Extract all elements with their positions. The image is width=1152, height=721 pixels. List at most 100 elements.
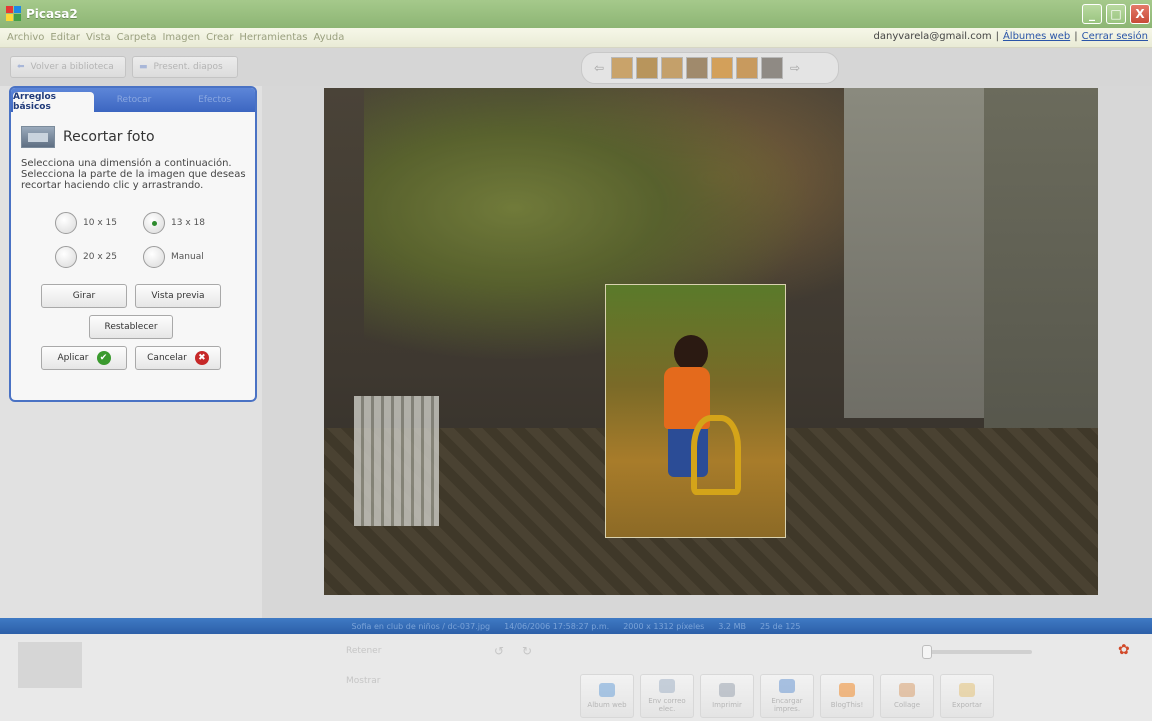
menu-imagen[interactable]: Imagen bbox=[159, 32, 203, 43]
menu-carpeta[interactable]: Carpeta bbox=[114, 32, 160, 43]
rotate-button[interactable]: Girar bbox=[41, 284, 127, 308]
collage-label: Collage bbox=[893, 701, 921, 709]
menu-crear[interactable]: Crear bbox=[203, 32, 236, 43]
radio-button[interactable] bbox=[143, 246, 165, 268]
crop-editor-card: Arreglos básicos Retocar Efectos Recorta… bbox=[9, 86, 257, 402]
rotate-label: Girar bbox=[72, 291, 96, 301]
radiator bbox=[354, 396, 439, 526]
option-13x18[interactable]: 13 x 18 bbox=[143, 212, 217, 234]
print-button[interactable]: Imprimir bbox=[700, 674, 754, 718]
radio-button-selected[interactable] bbox=[143, 212, 165, 234]
crop-photo-icon bbox=[21, 126, 55, 148]
maximize-button[interactable]: □ bbox=[1106, 4, 1126, 24]
web-album-button[interactable]: Album web bbox=[580, 674, 634, 718]
prev-photo-arrow-icon[interactable]: ⇦ bbox=[590, 61, 608, 75]
photo-tray: Retener Mostrar ↺ ↻ ✿ Album web Env corr… bbox=[0, 634, 1152, 721]
option-20x25[interactable]: 20 x 25 bbox=[55, 246, 129, 268]
menu-archivo[interactable]: Archivo bbox=[4, 32, 47, 43]
cancel-button[interactable]: Cancelar ✖ bbox=[135, 346, 221, 370]
rotate-right-icon[interactable]: ↻ bbox=[522, 644, 532, 658]
filmstrip-thumb[interactable] bbox=[736, 57, 758, 79]
menu-editar[interactable]: Editar bbox=[47, 32, 83, 43]
wall-corner bbox=[844, 88, 984, 418]
account-email: danyvarela@gmail.com bbox=[873, 31, 992, 42]
cancel-x-icon: ✖ bbox=[194, 351, 209, 365]
filmstrip-thumb[interactable] bbox=[661, 57, 683, 79]
gallery-icon[interactable]: ✿ bbox=[1118, 642, 1130, 658]
slideshow-button[interactable]: ▬ Present. diapos bbox=[132, 56, 238, 78]
blogthis-label: BlogThis! bbox=[830, 701, 864, 709]
blogthis-button[interactable]: BlogThis! bbox=[820, 674, 874, 718]
back-to-library-label: Volver a biblioteca bbox=[30, 62, 114, 72]
rotate-left-icon[interactable]: ↺ bbox=[494, 644, 504, 658]
child-head bbox=[674, 335, 708, 371]
rocking-horse bbox=[691, 415, 741, 495]
photo-image[interactable] bbox=[324, 88, 1098, 595]
option-label: Manual bbox=[171, 252, 204, 262]
web-albums-link[interactable]: Álbumes web bbox=[1003, 31, 1070, 42]
export-folder-icon bbox=[959, 683, 975, 697]
picasa-logo-icon bbox=[6, 6, 22, 22]
back-to-library-button[interactable]: ⬅ Volver a biblioteca bbox=[10, 56, 126, 78]
option-label: 13 x 18 bbox=[171, 218, 205, 228]
email-button[interactable]: Env correo elec. bbox=[640, 674, 694, 718]
filmstrip-thumb[interactable] bbox=[686, 57, 708, 79]
status-date: 14/06/2006 17:58:27 p.m. bbox=[504, 621, 610, 631]
collage-icon bbox=[899, 683, 915, 697]
filmstrip-thumb[interactable] bbox=[611, 57, 633, 79]
print-icon bbox=[719, 683, 735, 697]
cancel-label: Cancelar bbox=[147, 353, 187, 363]
collage-button[interactable]: Collage bbox=[880, 674, 934, 718]
filmstrip-thumb[interactable] bbox=[636, 57, 658, 79]
zoom-slider-handle[interactable] bbox=[922, 645, 932, 659]
option-label: 10 x 15 bbox=[83, 218, 117, 228]
crop-instructions: Selecciona una dimensión a continuación.… bbox=[21, 158, 246, 191]
order-prints-button[interactable]: Encargar impres. bbox=[760, 674, 814, 718]
tab-effects[interactable]: Efectos bbox=[174, 88, 255, 112]
web-album-icon bbox=[599, 683, 615, 697]
close-button[interactable]: X bbox=[1130, 4, 1150, 24]
slideshow-icon: ▬ bbox=[139, 62, 148, 72]
filmstrip-thumb[interactable] bbox=[711, 57, 733, 79]
zoom-slider[interactable] bbox=[922, 645, 1032, 659]
menu-ayuda[interactable]: Ayuda bbox=[311, 32, 348, 43]
web-album-label: Album web bbox=[587, 701, 627, 709]
aspect-options-row: 10 x 15 13 x 18 bbox=[55, 212, 217, 234]
status-dimensions: 2000 x 1312 píxeles bbox=[623, 621, 705, 631]
menu-items: Archivo Editar Vista Carpeta Imagen Crea… bbox=[4, 32, 347, 43]
preview-label: Vista previa bbox=[151, 291, 205, 301]
filmstrip-thumb[interactable] bbox=[761, 57, 783, 79]
radio-button[interactable] bbox=[55, 246, 77, 268]
preview-button[interactable]: Vista previa bbox=[135, 284, 221, 308]
crop-selection-box[interactable] bbox=[605, 284, 786, 538]
tab-basic-fixes[interactable]: Arreglos básicos bbox=[13, 92, 94, 112]
show-button[interactable]: Mostrar bbox=[346, 676, 380, 686]
title-bar: Picasa2 _ □ X bbox=[0, 0, 1152, 28]
menu-herramientas[interactable]: Herramientas bbox=[236, 32, 310, 43]
next-photo-arrow-icon[interactable]: ⇨ bbox=[786, 61, 804, 75]
radio-button[interactable] bbox=[55, 212, 77, 234]
tray-thumbnail[interactable] bbox=[18, 642, 82, 688]
menu-vista[interactable]: Vista bbox=[83, 32, 114, 43]
order-prints-label: Encargar impres. bbox=[771, 697, 803, 713]
export-label: Exportar bbox=[951, 701, 983, 709]
status-bar: Sofia en club de niños / dc-037.jpg 14/0… bbox=[0, 618, 1152, 634]
filmstrip: ⇦ ⇨ bbox=[581, 52, 839, 84]
account-area: danyvarela@gmail.com | Álbumes web | Cer… bbox=[874, 31, 1148, 42]
aspect-options-row: 20 x 25 Manual bbox=[55, 246, 217, 268]
order-prints-icon bbox=[779, 679, 795, 693]
tab-tuning[interactable]: Retocar bbox=[94, 88, 175, 112]
export-button[interactable]: Exportar bbox=[940, 674, 994, 718]
option-10x15[interactable]: 10 x 15 bbox=[55, 212, 129, 234]
app-title: Picasa2 bbox=[26, 7, 78, 21]
hold-button[interactable]: Retener bbox=[346, 646, 381, 656]
minimize-button[interactable]: _ bbox=[1082, 4, 1102, 24]
logout-link[interactable]: Cerrar sesión bbox=[1082, 31, 1148, 42]
print-label: Imprimir bbox=[712, 701, 742, 709]
account-separator: | bbox=[1074, 31, 1078, 42]
option-manual[interactable]: Manual bbox=[143, 246, 217, 268]
apply-button[interactable]: Aplicar ✔ bbox=[41, 346, 127, 370]
reset-button[interactable]: Restablecer bbox=[89, 315, 173, 339]
status-size: 3.2 MB bbox=[718, 621, 746, 631]
radio-selected-dot-icon bbox=[151, 220, 157, 226]
